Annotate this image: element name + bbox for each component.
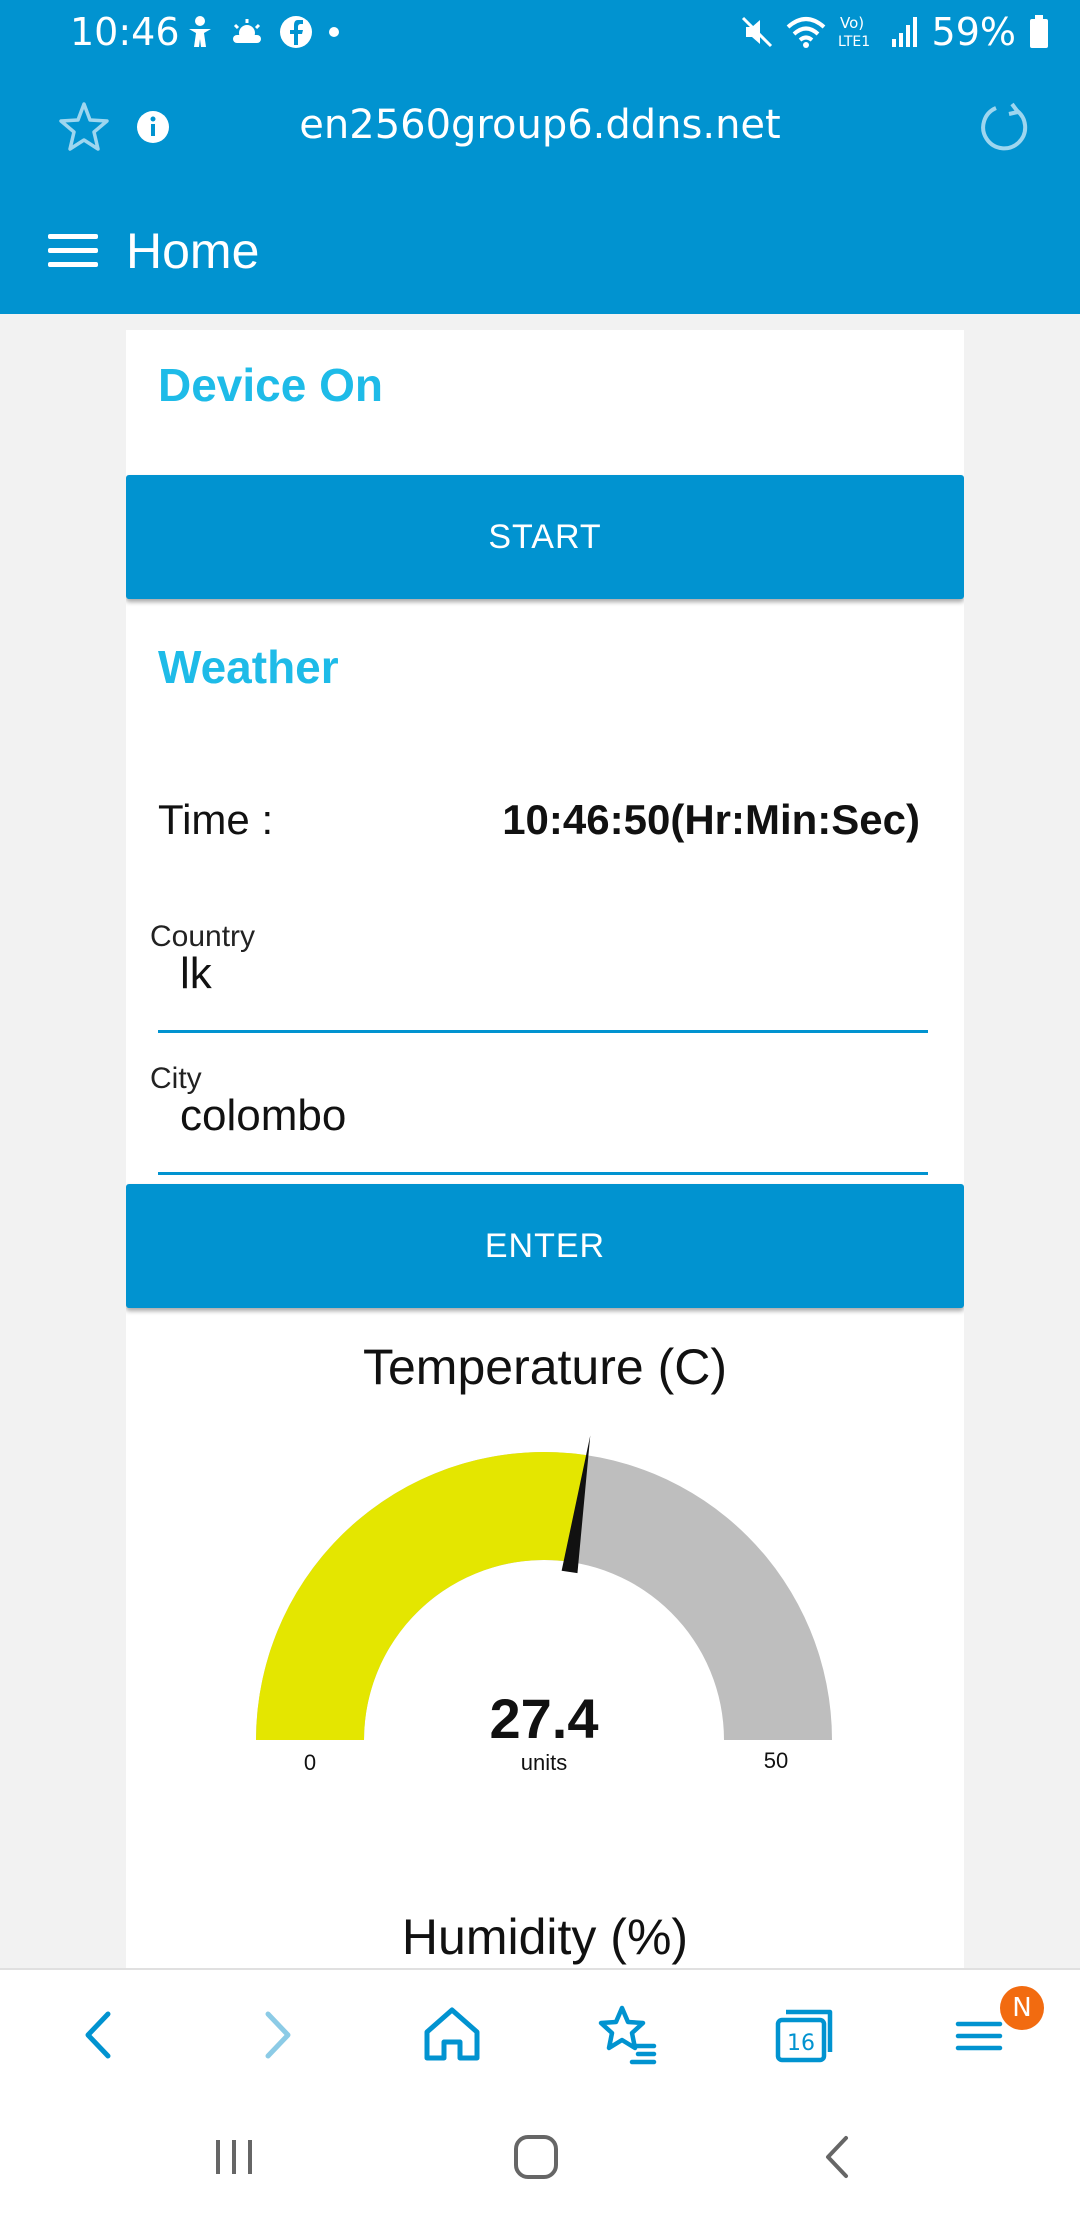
country-field[interactable]: Country	[150, 920, 928, 1033]
weather-icon	[233, 19, 261, 43]
temperature-gauge-title: Temperature (C)	[363, 1339, 727, 1395]
system-back-icon[interactable]	[808, 2132, 868, 2182]
accessibility-icon	[189, 16, 211, 47]
forward-arrow-icon[interactable]	[242, 2000, 312, 2070]
tabs-icon[interactable]: 16	[768, 2000, 838, 2070]
status-bar: 10:46 Vo) LTE1 59%	[0, 0, 1080, 64]
hamburger-menu-icon[interactable]	[48, 234, 98, 270]
bookmarks-icon[interactable]	[592, 2000, 662, 2070]
gauge-units: units	[521, 1750, 567, 1775]
dot-icon	[329, 27, 339, 37]
browser-menu-button[interactable]: N	[944, 1986, 1044, 2070]
city-field[interactable]: City	[150, 1062, 928, 1175]
gauge-max-label: 50	[764, 1748, 788, 1773]
volte-icon: Vo) LTE1	[838, 14, 870, 50]
signal-icon	[891, 17, 917, 47]
wifi-icon	[786, 17, 825, 48]
gauge-min-label: 0	[304, 1750, 316, 1775]
battery-icon	[1030, 15, 1048, 48]
home-icon[interactable]	[417, 2000, 487, 2070]
device-section-title: Device On	[158, 359, 383, 411]
svg-text:Vo): Vo)	[840, 14, 864, 32]
tab-count: 16	[787, 2031, 815, 2056]
gauge-value: 27.4	[490, 1687, 599, 1750]
system-navigation-bar	[0, 2092, 1080, 2220]
svg-text:LTE1: LTE1	[838, 34, 870, 50]
home-button-icon[interactable]	[506, 2132, 566, 2182]
enter-button[interactable]: ENTER	[126, 1184, 964, 1308]
start-button[interactable]: START	[126, 475, 964, 599]
dashboard-content: Device On START Weather Time : 10:46:50(…	[126, 330, 964, 1970]
url-text[interactable]: en2560group6.ddns.net	[0, 102, 1080, 148]
time-value: 10:46:50(Hr:Min:Sec)	[502, 796, 920, 843]
mute-icon	[741, 16, 772, 48]
back-arrow-icon[interactable]	[64, 2000, 134, 2070]
status-time: 10:46	[70, 10, 180, 54]
time-label: Time :	[158, 796, 274, 843]
humidity-gauge-title: Humidity (%)	[401, 1909, 689, 1965]
temperature-gauge: 27.4 units 0 50	[256, 1435, 832, 1775]
notification-badge: N	[1000, 1986, 1044, 2030]
page-title: Home	[126, 223, 260, 279]
weather-section-title: Weather	[158, 641, 339, 693]
app-toolbar: Home	[0, 188, 1080, 314]
country-input[interactable]	[178, 948, 922, 1000]
facebook-icon	[280, 16, 312, 48]
recent-apps-icon[interactable]	[204, 2132, 264, 2182]
battery-percent: 59%	[931, 10, 1016, 54]
browser-url-bar: en2560group6.ddns.net	[0, 64, 1080, 188]
reload-icon[interactable]	[976, 100, 1032, 156]
city-input[interactable]	[178, 1090, 922, 1142]
browser-bottom-nav: 16 N	[0, 1968, 1080, 2094]
